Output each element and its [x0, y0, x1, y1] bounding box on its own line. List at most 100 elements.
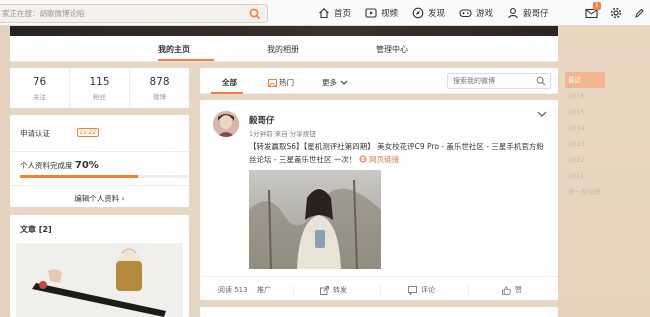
nav-profile[interactable]: 毅哥仔 — [507, 7, 549, 19]
apply-verification-link[interactable]: 申请认证 — [20, 128, 50, 139]
feed-tab-more-label: 更多 — [322, 78, 337, 87]
timeline-2012[interactable]: 2012 — [565, 152, 605, 168]
stat-posts-count: 878 — [149, 76, 170, 88]
post-text: 【转发赢取S6】【星机测评社第四期】 美女校花评C9 Pro - 盖乐世社区 -… — [249, 140, 549, 166]
user-icon — [508, 8, 518, 19]
promote-button[interactable]: 推广 — [257, 285, 271, 295]
avatar[interactable] — [213, 111, 239, 137]
like-label: 赞 — [515, 286, 522, 294]
chevron-down-icon — [340, 80, 348, 85]
image-icon — [268, 78, 277, 87]
stat-followers[interactable]: 115 粉丝 — [70, 68, 130, 108]
feed-search — [447, 73, 551, 89]
profile-info-card: 申请认证 Lv.22 个人资料完成度 70% 编辑个人资料 › — [10, 115, 189, 207]
forward-button[interactable]: 转发 — [320, 285, 347, 295]
search-icon[interactable] — [249, 8, 261, 20]
web-link[interactable]: 网页链接 — [359, 155, 399, 164]
global-search-input[interactable] — [0, 5, 240, 22]
timeline-2011[interactable]: 2011 — [565, 168, 605, 184]
global-search — [0, 4, 268, 23]
articles-card: 文章 [2] — [10, 215, 189, 317]
nav-home-label: 首页 — [334, 9, 352, 19]
compass-icon — [412, 7, 424, 19]
feed-tab-hot-label: 热门 — [279, 78, 294, 87]
messages-button[interactable]: 1 — [585, 2, 601, 19]
edit-profile-link[interactable]: 编辑个人资料 › — [10, 193, 189, 204]
nav-video-label: 视频 — [381, 9, 399, 19]
article-cover-illustration — [16, 243, 183, 317]
feed-tab-all[interactable]: 全部 — [222, 77, 237, 88]
timeline-2016[interactable]: 2016 — [565, 88, 605, 104]
year-timeline: 最近 2016 2015 2014 2013 2012 2011 第一条微博 — [565, 72, 605, 200]
search-icon[interactable] — [536, 76, 546, 86]
divider — [10, 185, 189, 186]
nav-home[interactable]: 首页 — [318, 7, 351, 19]
articles-title[interactable]: 文章 [2] — [20, 224, 52, 235]
completeness-progress-bar — [20, 175, 188, 178]
nav-profile-label: 毅哥仔 — [523, 9, 549, 19]
nav-video[interactable]: 视频 — [365, 7, 398, 19]
timeline-2014[interactable]: 2014 — [565, 120, 605, 136]
post-photo — [249, 170, 381, 269]
completeness-value: 70% — [74, 160, 99, 171]
topbar-actions: 1 — [573, 0, 644, 26]
completeness-progress-fill — [20, 175, 138, 178]
chevron-down-icon[interactable] — [537, 110, 547, 118]
timeline-2013[interactable]: 2013 — [565, 136, 605, 152]
share-icon — [320, 285, 329, 295]
level-badge[interactable]: Lv.22 — [77, 128, 99, 137]
cover-image-strip — [10, 26, 558, 36]
tab-my-album[interactable]: 我的相册 — [267, 44, 299, 55]
post-author-name[interactable]: 毅哥仔 — [249, 114, 275, 126]
nav-game-label: 游戏 — [476, 9, 494, 19]
article-cover-image[interactable] — [16, 243, 183, 317]
tab-management[interactable]: 管理中心 — [376, 44, 408, 55]
edit-button[interactable] — [634, 7, 644, 19]
pencil-icon — [635, 8, 644, 18]
stat-posts[interactable]: 878 微博 — [130, 68, 189, 108]
active-tab-indicator — [158, 59, 214, 61]
profile-completeness: 个人资料完成度 70% — [20, 160, 99, 171]
settings-button[interactable] — [610, 7, 622, 19]
nav-game[interactable]: 游戏 — [459, 7, 493, 19]
avatar-image — [213, 111, 239, 137]
comment-button[interactable]: 评论 — [408, 285, 435, 295]
timeline-2015[interactable]: 2015 — [565, 104, 605, 120]
tab-my-home[interactable]: 我的主页 — [158, 44, 190, 55]
feed-search-input[interactable] — [448, 74, 534, 88]
post-image[interactable] — [249, 170, 381, 269]
stat-posts-label: 微博 — [153, 93, 166, 101]
feed-tab-more[interactable]: 更多 — [322, 77, 348, 88]
completeness-label: 个人资料完成度 — [20, 161, 73, 170]
read-count: 阅读 513 — [218, 286, 248, 294]
divider — [10, 151, 189, 152]
like-button[interactable]: 赞 — [502, 285, 522, 295]
nav-discover[interactable]: 发现 — [412, 7, 445, 19]
top-bar: 首页 视频 发现 游戏 毅哥仔 1 — [0, 0, 650, 26]
timeline-first-post[interactable]: 第一条微博 — [565, 184, 605, 200]
post-meta: 1分钟前 来自 分享按钮 — [249, 130, 316, 138]
stat-following-label: 关注 — [33, 93, 46, 101]
divider — [380, 285, 381, 295]
stat-followers-count: 115 — [89, 76, 110, 88]
post-actions: 阅读 513 推广 转发 评论 赞 — [200, 276, 558, 300]
divider — [293, 285, 294, 295]
stat-following-count: 76 — [32, 76, 47, 88]
feed-post: 毅哥仔 1分钟前 来自 分享按钮 【转发赢取S6】【星机测评社第四期】 美女校花… — [200, 100, 558, 300]
timeline-recent[interactable]: 最近 — [565, 72, 605, 88]
home-icon — [319, 8, 329, 19]
thumbs-up-icon — [502, 285, 511, 295]
stat-following[interactable]: 76 关注 — [10, 68, 70, 108]
comment-icon — [408, 285, 417, 295]
feed-tab-hot[interactable]: 热门 — [268, 77, 294, 88]
gamepad-icon — [459, 9, 472, 18]
gear-icon — [610, 7, 622, 19]
nav-discover-label: 发现 — [428, 9, 446, 19]
stats-card: 76 关注 115 粉丝 878 微博 — [10, 68, 189, 108]
stat-followers-label: 粉丝 — [93, 93, 106, 101]
comment-label: 评论 — [421, 286, 435, 294]
background-left — [0, 26, 10, 317]
link-icon — [359, 155, 367, 163]
main-nav: 首页 视频 发现 游戏 毅哥仔 — [318, 0, 563, 26]
feed-filter-bar: 全部 热门 更多 — [200, 68, 558, 94]
